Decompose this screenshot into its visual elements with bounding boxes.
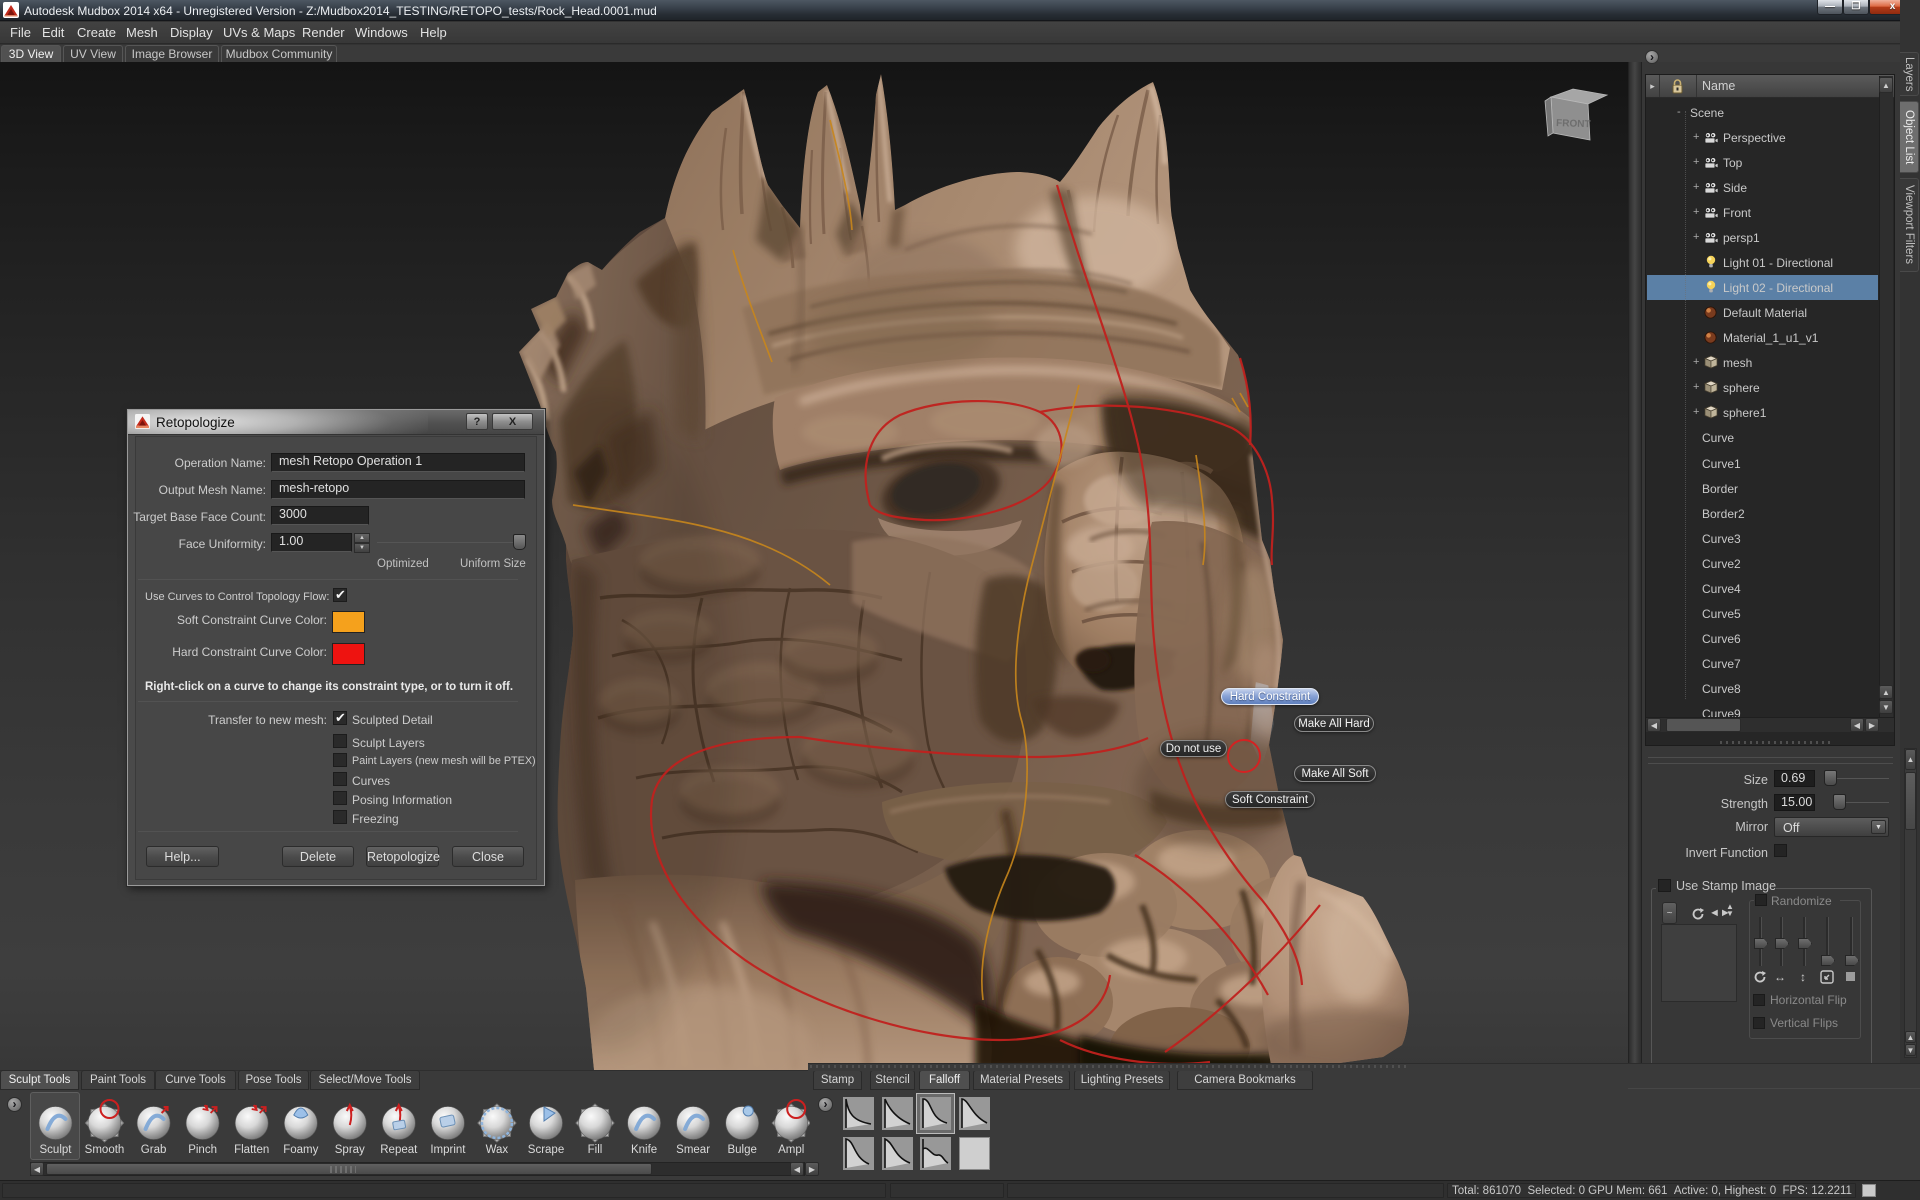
svg-text:FRONT: FRONT xyxy=(1556,118,1591,130)
